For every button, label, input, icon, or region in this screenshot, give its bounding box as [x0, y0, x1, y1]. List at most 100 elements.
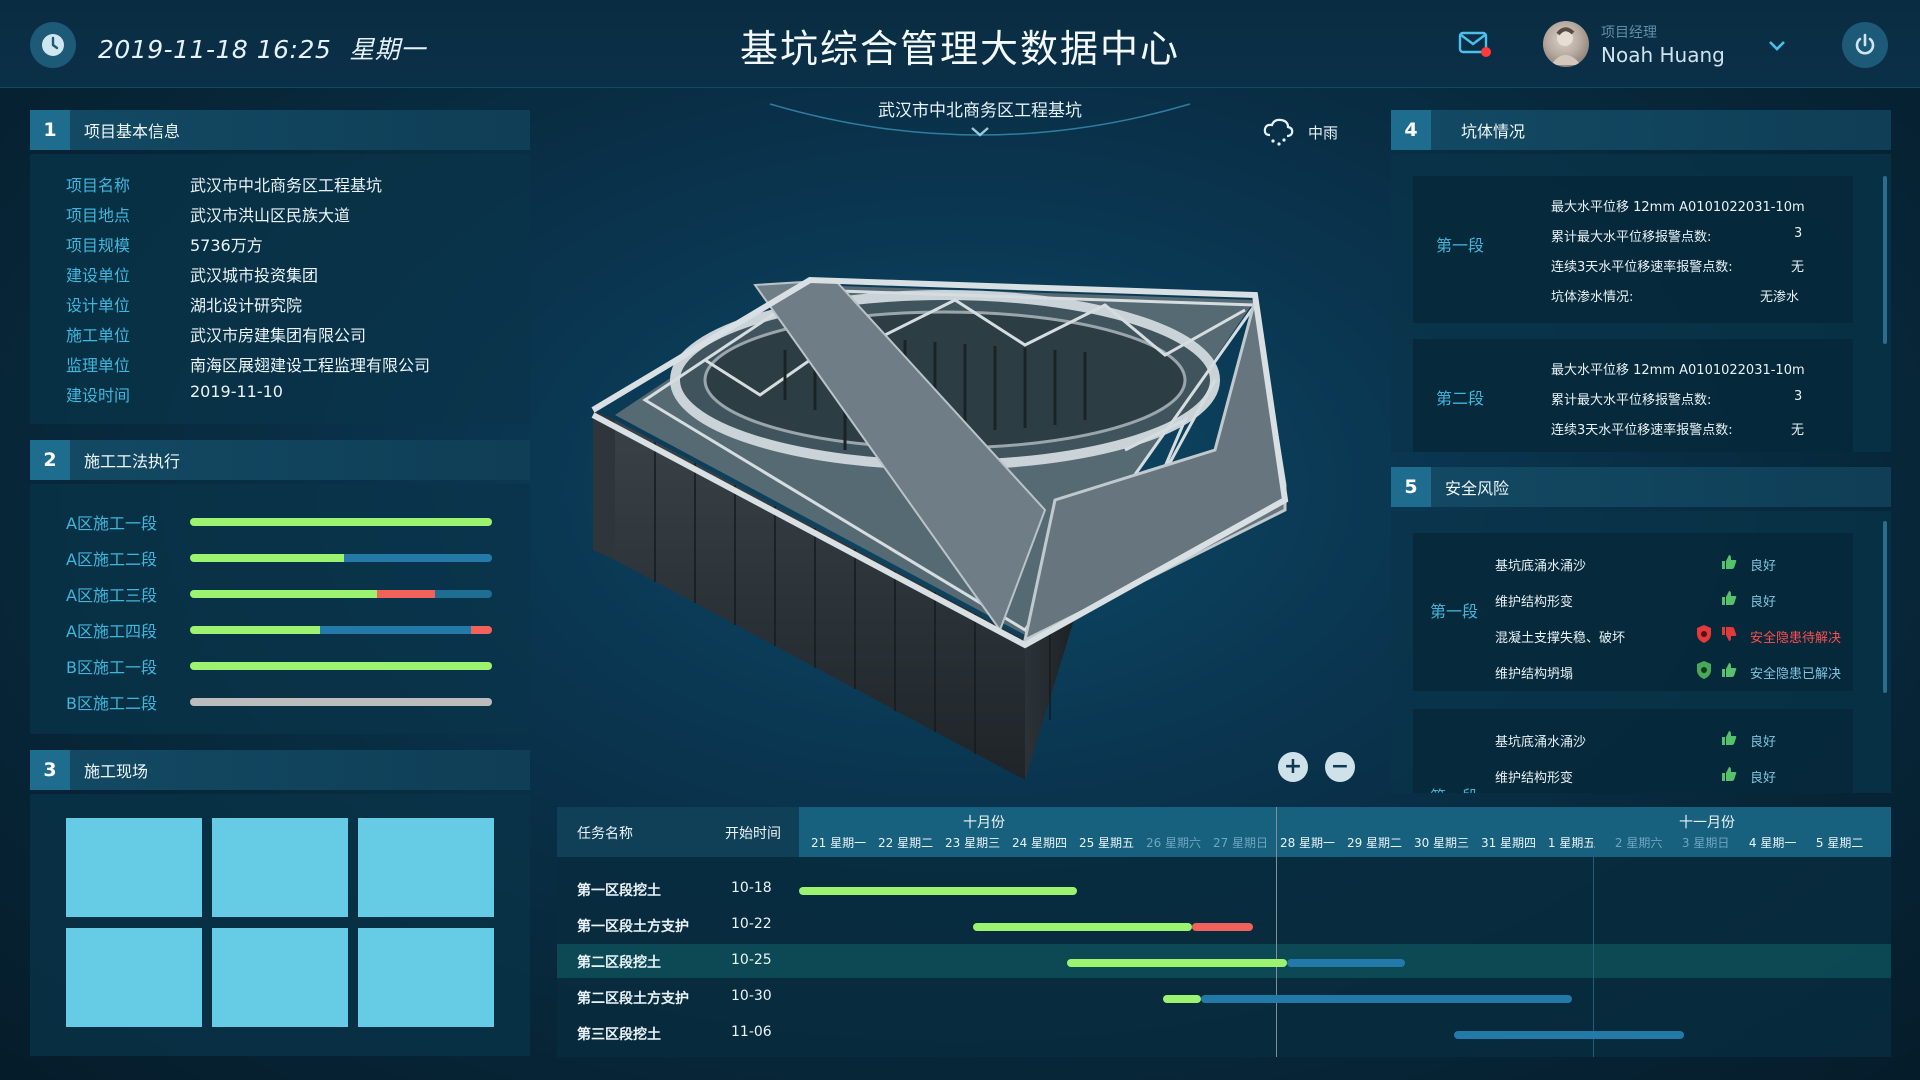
- progress-segment-green: [190, 590, 378, 598]
- risk-status: 良好: [1750, 559, 1777, 574]
- mail-icon[interactable]: [1458, 30, 1492, 58]
- gantt-task-name[interactable]: 第二区段土方支护: [577, 988, 689, 1008]
- panel-site: [30, 794, 530, 1056]
- segment-label: 第二段: [1436, 389, 1485, 408]
- progress-row[interactable]: A区施工一段: [66, 512, 506, 533]
- info-value: 武汉市洪山区民族大道: [190, 206, 351, 225]
- panel-risk-header: 5 安全风险: [1391, 467, 1891, 507]
- location-title[interactable]: 武汉市中北商务区工程基坑: [800, 96, 1160, 121]
- progress-label: B区施工一段: [66, 658, 157, 677]
- pit-value: 3: [1794, 226, 1803, 241]
- info-value: 5736万方: [190, 236, 263, 255]
- info-row: 项目规模 5736万方: [66, 232, 263, 256]
- gantt-bar-green[interactable]: [1162, 995, 1201, 1003]
- risk-status: 良好: [1750, 595, 1777, 610]
- gantt-bar-blue[interactable]: [1454, 1031, 1684, 1039]
- risk-status: 良好: [1750, 735, 1777, 750]
- pit-value: 无: [1791, 260, 1805, 275]
- power-icon[interactable]: [1842, 22, 1888, 68]
- progress-label: A区施工四段: [66, 622, 157, 641]
- site-camera-tile[interactable]: [358, 928, 494, 1027]
- panel-title: 坑体情况: [1461, 122, 1526, 141]
- progress-row[interactable]: A区施工三段: [66, 584, 506, 605]
- pit-card: 第一段 最大水平位移 12mm A0101022031-10m 累计最大水平位移…: [1413, 176, 1853, 323]
- gantt-task-name[interactable]: 第一区段挖土: [577, 880, 661, 900]
- pit-line: 累计最大水平位移报警点数:: [1551, 393, 1712, 408]
- panel-pit-header: 4 坑体情况: [1391, 110, 1891, 150]
- info-row: 施工单位 武汉市房建集团有限公司: [66, 322, 366, 346]
- gantt-task-name[interactable]: 第一区段土方支护: [577, 916, 689, 936]
- weather-text: 中雨: [1308, 124, 1339, 142]
- risk-name: 维护结构形变: [1495, 771, 1574, 786]
- gantt-task-name[interactable]: 第三区段挖土: [577, 1024, 661, 1044]
- gantt-task-start: 10-25: [731, 952, 772, 968]
- scrollbar[interactable]: [1883, 521, 1887, 693]
- scrollbar[interactable]: [1883, 176, 1887, 344]
- panel-project-info: 项目名称 武汉市中北商务区工程基坑 项目地点 武汉市洪山区民族大道 项目规模 5736…: [30, 154, 530, 424]
- panel-number: 2: [30, 440, 70, 480]
- site-camera-tile[interactable]: [66, 818, 202, 917]
- gantt-bar-blue[interactable]: [1200, 995, 1573, 1003]
- progress-row[interactable]: A区施工四段: [66, 620, 506, 641]
- progress-segment-green: [190, 662, 492, 670]
- gantt-bar-green[interactable]: [972, 923, 1193, 931]
- progress-bar: [190, 662, 492, 670]
- panel-title: 项目基本信息: [84, 122, 181, 141]
- site-camera-tile[interactable]: [66, 928, 202, 1027]
- zoom-out-button[interactable]: −: [1325, 752, 1355, 782]
- gantt-task-name[interactable]: 第二区段挖土: [577, 952, 661, 972]
- progress-label: A区施工三段: [66, 586, 157, 605]
- pit-line: 最大水平位移 12mm A0101022031-10m: [1551, 363, 1805, 378]
- pit-value: 无: [1791, 423, 1805, 438]
- panel-number: 5: [1391, 467, 1431, 507]
- progress-label: A区施工二段: [66, 550, 157, 569]
- pit-line: 连续3天水平位移速率报警点数:: [1551, 260, 1733, 275]
- rain-cloud-icon: [1262, 117, 1294, 146]
- progress-bar: [190, 554, 492, 562]
- info-row: 项目地点 武汉市洪山区民族大道: [66, 202, 350, 226]
- progress-bar: [190, 626, 492, 634]
- progress-bar: [190, 698, 492, 706]
- progress-row[interactable]: B区施工二段: [66, 692, 506, 713]
- progress-segment-green: [190, 554, 345, 562]
- info-key: 建设单位: [66, 266, 131, 285]
- foundation-pit-3d-model[interactable]: [585, 260, 1335, 800]
- info-key: 监理单位: [66, 356, 131, 375]
- pit-card: 第二段 最大水平位移 12mm A0101022031-10m 累计最大水平位移…: [1413, 339, 1853, 452]
- gantt-bar-green[interactable]: [799, 887, 1078, 895]
- zoom-in-button[interactable]: +: [1278, 752, 1308, 782]
- panel-title: 施工工法执行: [84, 452, 181, 471]
- chevron-down-icon[interactable]: [1768, 38, 1786, 52]
- pit-line: 坑体渗水情况:: [1551, 290, 1634, 305]
- site-camera-tile[interactable]: [212, 818, 348, 917]
- info-key: 项目规模: [66, 236, 131, 255]
- thumbs-up-icon: [1722, 731, 1737, 745]
- gantt-bar-red[interactable]: [1192, 923, 1254, 931]
- user-role: 项目经理: [1601, 25, 1657, 41]
- pit-line: 连续3天水平位移速率报警点数:: [1551, 423, 1733, 438]
- progress-row[interactable]: B区施工一段: [66, 656, 506, 677]
- info-value: 湖北设计研究院: [190, 296, 303, 315]
- shield-alert-icon: [1697, 625, 1711, 643]
- info-row: 项目名称 武汉市中北商务区工程基坑: [66, 172, 382, 196]
- gantt-bar-green[interactable]: [1066, 959, 1288, 967]
- info-value: 武汉城市投资集团: [190, 266, 319, 285]
- progress-row[interactable]: A区施工二段: [66, 548, 506, 569]
- progress-segment-blue: [344, 554, 492, 562]
- avatar[interactable]: [1543, 21, 1589, 67]
- shield-check-icon: [1697, 661, 1711, 679]
- site-camera-tile[interactable]: [358, 818, 494, 917]
- risk-status: 良好: [1750, 771, 1777, 786]
- info-key: 项目地点: [66, 206, 131, 225]
- panel-number: 4: [1391, 110, 1431, 150]
- gantt-task-start: 10-18: [731, 880, 772, 896]
- segment-label: 第一段: [1430, 602, 1479, 621]
- info-value: 武汉市中北商务区工程基坑: [190, 176, 383, 195]
- panel-number: 1: [30, 110, 70, 150]
- risk-name: 基坑底涌水涌沙: [1495, 735, 1587, 750]
- info-key: 建设时间: [66, 386, 131, 405]
- gantt-header-left: 任务名称 开始时间: [557, 807, 799, 857]
- gantt-bar-blue[interactable]: [1287, 959, 1406, 967]
- site-camera-tile[interactable]: [212, 928, 348, 1027]
- progress-segment-gray: [190, 698, 492, 706]
